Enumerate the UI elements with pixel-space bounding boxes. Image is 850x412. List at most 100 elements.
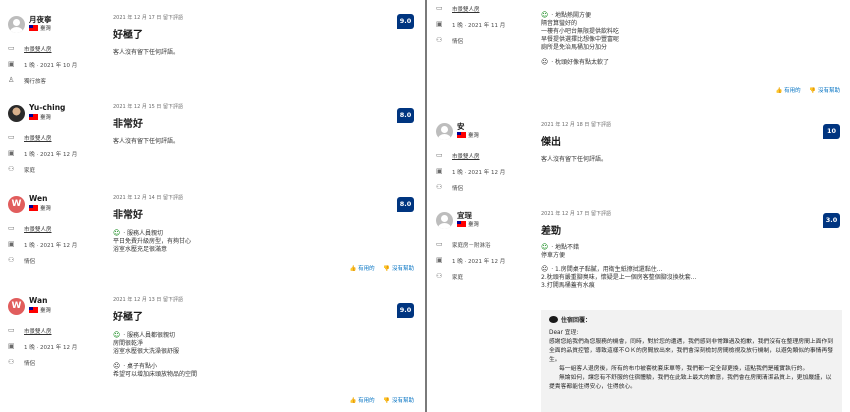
bed-icon: ▭ xyxy=(8,326,15,334)
reviewer-country: 臺灣 xyxy=(29,24,51,32)
reviewer-country: 臺灣 xyxy=(457,131,479,139)
people-icon: ⚇ xyxy=(8,165,15,173)
review-text: 客人沒有留下任何評語。 xyxy=(113,138,180,145)
helpful-button[interactable]: 👍 有用的 xyxy=(350,398,375,404)
traveler-type: 情侶 xyxy=(24,361,36,367)
frown-icon: ☹ xyxy=(113,362,121,370)
reviewer-info: 宜珵 臺灣 ▭ 家庭房－附淋浴 ▣ 1 晚 · 2021 年 12 月 ⚇ 家庭 xyxy=(436,210,536,284)
review-card: 月夜寧 臺灣 ▭ 市景雙人房 ▣ 1 晚 · 2021 年 10 月 ♙ 獨行旅客 2… xyxy=(0,14,424,89)
reviewer-name: Yu-ching xyxy=(29,103,66,112)
review-positive: ☺ · 地點不錯 停車方便 xyxy=(541,243,580,259)
speech-bubble-icon xyxy=(549,316,558,323)
traveler-type: 情侶 xyxy=(452,39,464,45)
reviewer-info: 安 臺灣 ▭ 市景雙人房 ▣ 1 晚 · 2021 年 12 月 ⚇ 情侶 xyxy=(436,121,536,195)
review-date: 2021 年 12 月 18 日 留下評語 xyxy=(541,122,611,128)
helpful-votes: 👍 有用的 👎 沒有幫助 xyxy=(769,86,841,94)
review-title: 差勁 xyxy=(541,226,561,237)
frown-icon: ☹ xyxy=(541,58,549,66)
stay-info: 1 晚 · 2021 年 12 月 xyxy=(24,243,78,249)
reviewer-info: W Wan 臺灣 ▭ 市景雙人房 ▣ 1 晚 · 2021 年 12 月 ⚇ 情侶 xyxy=(8,296,108,370)
not-helpful-button[interactable]: 👎 沒有幫助 xyxy=(383,398,414,404)
couple-icon: ⚇ xyxy=(436,183,443,191)
couple-icon: ⚇ xyxy=(8,256,15,264)
property-reply: 住宿回覆： Dear 宜珵: 感謝您給我們為您服務的機會，同時，對於您的遭遇，我… xyxy=(541,310,842,412)
traveler-type: 家庭 xyxy=(452,275,464,281)
not-helpful-button[interactable]: 👎 沒有幫助 xyxy=(809,88,840,94)
reviewer-country: 臺灣 xyxy=(29,204,51,212)
avatar xyxy=(8,16,25,33)
reviews-page: 月夜寧 臺灣 ▭ 市景雙人房 ▣ 1 晚 · 2021 年 10 月 ♙ 獨行旅客 2… xyxy=(0,0,850,412)
frown-icon: ☹ xyxy=(541,265,549,273)
avatar xyxy=(8,105,25,122)
review-score: 3.0 xyxy=(823,213,840,228)
reviewer-country: 臺灣 xyxy=(29,306,51,314)
review-text: 客人沒有留下任何評語。 xyxy=(113,49,180,56)
review-date: 2021 年 12 月 17 日 留下評語 xyxy=(113,15,183,21)
calendar-icon: ▣ xyxy=(8,240,15,248)
reply-salutation: Dear 宜珵: xyxy=(549,330,579,336)
bed-icon: ▭ xyxy=(8,44,15,52)
left-panel: 月夜寧 臺灣 ▭ 市景雙人房 ▣ 1 晚 · 2021 年 10 月 ♙ 獨行旅客 2… xyxy=(0,0,424,412)
reply-paragraph: 無論如何，讓您有不舒服的住宿體驗，我們在此致上最大的歉意，我們會在房間清潔品質上… xyxy=(549,375,832,390)
review-title: 傑出 xyxy=(541,137,561,148)
taiwan-flag-icon xyxy=(29,307,38,313)
taiwan-flag-icon xyxy=(29,205,38,211)
room-type-link[interactable]: 市景雙人房 xyxy=(452,152,480,160)
taiwan-flag-icon xyxy=(457,132,466,138)
reviewer-name: Wen xyxy=(29,194,48,203)
bed-icon: ▭ xyxy=(436,151,443,159)
traveler-type: 家庭 xyxy=(24,168,36,174)
helpful-votes: 👍 有用的 👎 沒有幫助 xyxy=(343,264,415,272)
helpful-votes: 👍 有用的 👎 沒有幫助 xyxy=(343,396,415,404)
reviewer-name: Wan xyxy=(29,296,48,305)
review-title: 好極了 xyxy=(113,30,143,41)
room-type-link[interactable]: 市景雙人房 xyxy=(452,5,480,13)
smile-icon: ☺ xyxy=(541,11,549,19)
review-negative: ☹ · 桌子有點小 希望可以增加床頭放物品的空間 xyxy=(113,362,198,378)
calendar-icon: ▣ xyxy=(436,256,443,264)
smile-icon: ☺ xyxy=(541,243,549,251)
calendar-icon: ▣ xyxy=(8,342,15,350)
review-title: 好極了 xyxy=(113,312,143,323)
helpful-button[interactable]: 👍 有用的 xyxy=(776,88,801,94)
review-negative: ☹ · 枕頭好像有點太軟了 xyxy=(541,58,610,66)
review-negative: ☹ · 1.房間桌子黏膩，用衛生紙擦拭還黏住... 2.枕頭有嚴重腳臭味，懷疑是… xyxy=(541,265,697,289)
traveler-type: 獨行旅客 xyxy=(24,79,47,85)
room-type-link[interactable]: 市景雙人房 xyxy=(24,134,52,142)
people-icon: ⚇ xyxy=(436,272,443,280)
not-helpful-button[interactable]: 👎 沒有幫助 xyxy=(383,266,414,272)
panel-divider xyxy=(425,0,427,412)
review-card: 安 臺灣 ▭ 市景雙人房 ▣ 1 晚 · 2021 年 12 月 ⚇ 情侶 2021 … xyxy=(428,121,850,192)
reviewer-info: Yu-ching 臺灣 ▭ 市景雙人房 ▣ 1 晚 · 2021 年 12 月 ⚇ 家… xyxy=(8,103,108,177)
helpful-button[interactable]: 👍 有用的 xyxy=(350,266,375,272)
traveler-type: 情侶 xyxy=(452,186,464,192)
review-score: 10 xyxy=(823,124,840,139)
room-type: 家庭房－附淋浴 xyxy=(452,243,491,249)
stay-info: 1 晚 · 2021 年 12 月 xyxy=(24,152,78,158)
review-card: W Wan 臺灣 ▭ 市景雙人房 ▣ 1 晚 · 2021 年 12 月 ⚇ 情侶 2… xyxy=(0,296,424,412)
stay-info: 1 晚 · 2021 年 10 月 xyxy=(24,63,78,69)
review-date: 2021 年 12 月 14 日 留下評語 xyxy=(113,195,183,201)
review-card: 宜珵 臺灣 ▭ 家庭房－附淋浴 ▣ 1 晚 · 2021 年 12 月 ⚇ 家庭 20… xyxy=(428,210,850,412)
avatar: W xyxy=(8,298,25,315)
stay-info: 1 晚 · 2021 年 12 月 xyxy=(452,170,506,176)
bed-icon: ▭ xyxy=(8,224,15,232)
stay-info: 1 晚 · 2021 年 12 月 xyxy=(452,259,506,265)
room-type-link[interactable]: 市景雙人房 xyxy=(24,327,52,335)
bed-icon: ▭ xyxy=(8,133,15,141)
review-date: 2021 年 12 月 17 日 留下評語 xyxy=(541,211,611,217)
room-type-link[interactable]: 市景雙人房 xyxy=(24,45,52,53)
person-icon: ♙ xyxy=(8,76,15,84)
avatar: W xyxy=(8,196,25,213)
review-title: 非常好 xyxy=(113,210,143,221)
avatar xyxy=(436,123,453,140)
taiwan-flag-icon xyxy=(29,114,38,120)
bed-icon: ▭ xyxy=(436,240,443,248)
calendar-icon: ▣ xyxy=(8,60,15,68)
reply-paragraph: 每一組客人退房後，所有的布巾被套枕套床單等，我們都一定全部更換，這點我們是確實執… xyxy=(559,366,809,372)
reviewer-info: W Wen 臺灣 ▭ 市景雙人房 ▣ 1 晚 · 2021 年 12 月 ⚇ 情侶 xyxy=(8,194,108,268)
avatar xyxy=(436,212,453,229)
room-type-link[interactable]: 市景雙人房 xyxy=(24,225,52,233)
review-card: ▭ 市景雙人房 ▣ 1 晚 · 2021 年 11 月 ⚇ 情侶 ☺ · 地點熱鬧方便… xyxy=(428,0,850,100)
reviewer-country: 臺灣 xyxy=(29,113,51,121)
